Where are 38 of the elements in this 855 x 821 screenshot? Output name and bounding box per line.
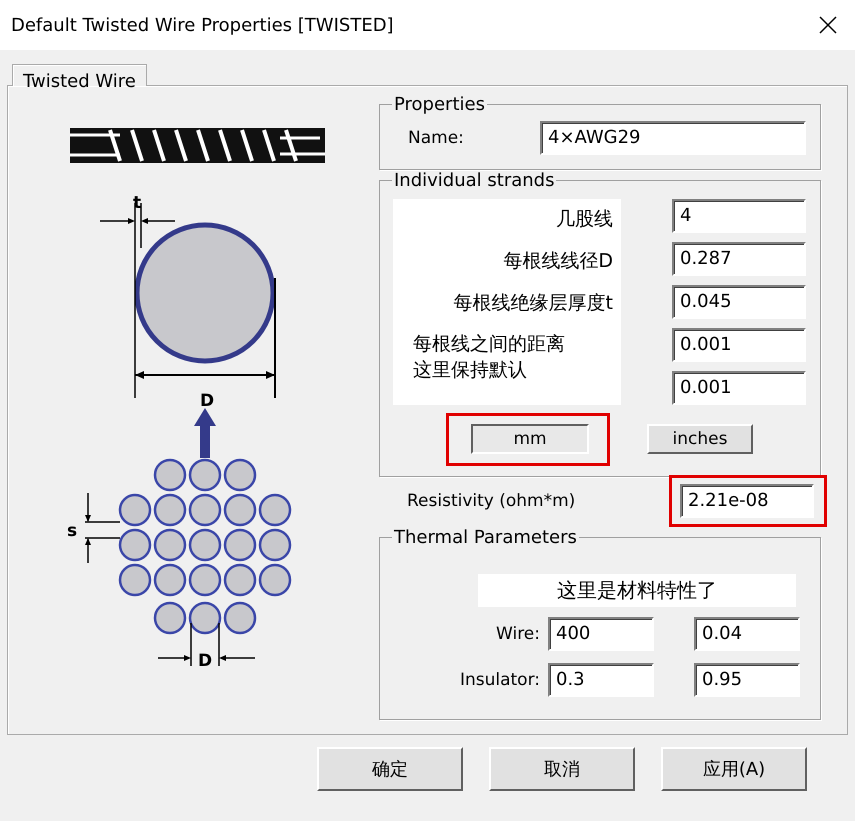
group-title: Properties <box>393 94 486 115</box>
value-field[interactable]: 400 <box>548 617 654 651</box>
annotation-text: 每根线绝缘层厚度t <box>454 291 613 316</box>
value-field[interactable]: 0.95 <box>694 663 800 697</box>
annotation-text: 每根线线径D <box>503 249 613 274</box>
resistivity-label: Resistivity (ohm*m) <box>407 491 576 511</box>
unit-button[interactable]: mm <box>471 424 589 454</box>
value-field[interactable]: 0.04 <box>694 617 800 651</box>
up-arrow-icon <box>194 408 216 458</box>
strand-diameter-label: D <box>198 651 212 671</box>
spacing-dimension-drawing <box>84 492 121 564</box>
dialog-button[interactable]: 应用(A) <box>661 747 807 791</box>
window-title: Default Twisted Wire Properties [TWISTED] <box>11 14 394 36</box>
value-field[interactable]: 0.045 <box>672 285 806 319</box>
row-label: Insulator: <box>458 670 540 690</box>
name-label: Name: <box>408 128 464 148</box>
name-field[interactable]: 4×AWG29 <box>540 121 806 155</box>
dialog-button[interactable]: 确定 <box>317 747 463 791</box>
group-title: Thermal Parameters <box>393 527 578 548</box>
dialog-button[interactable]: 取消 <box>489 747 635 791</box>
value-field[interactable]: 0.287 <box>672 242 806 276</box>
resistivity-field[interactable]: 2.21e-08 <box>680 484 814 518</box>
diameter-label: D <box>200 391 214 411</box>
row-label: Wire: <box>495 624 540 644</box>
value-field[interactable]: 0.3 <box>548 663 654 697</box>
group-title: Individual strands <box>393 170 556 191</box>
value-field[interactable]: 0.001 <box>672 371 806 405</box>
value-field[interactable]: 0.001 <box>672 328 806 362</box>
annotation-text: 这里保持默认 <box>413 358 527 383</box>
annotation-text: 每根线之间的距离 <box>413 332 565 357</box>
spacing-label: s <box>67 521 78 541</box>
tab[interactable]: Twisted Wire <box>12 64 147 86</box>
close-icon[interactable] <box>819 16 837 34</box>
value-field[interactable]: 4 <box>672 199 806 233</box>
annotation-text: 几股线 <box>556 207 613 232</box>
unit-button[interactable]: inches <box>647 424 753 454</box>
strand-cross-section-icon <box>134 222 276 364</box>
annotation-text: 这里是材料特性了 <box>478 574 796 607</box>
